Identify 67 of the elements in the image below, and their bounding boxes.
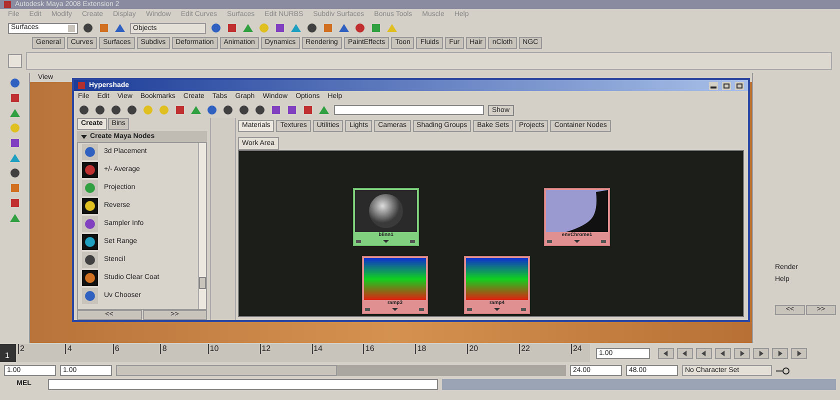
scrollbar[interactable] [198,143,206,309]
frame-tick-label: 18 [415,344,426,354]
node-icon [82,144,98,160]
node-icon [82,270,98,286]
ramp-preview [364,258,426,300]
tool-icon[interactable] [226,22,238,34]
current-frame-marker: 1 [0,344,16,362]
frame-tick-label: 14 [312,344,322,354]
tool-icon[interactable] [222,104,234,116]
tool-icon[interactable] [302,104,314,116]
tool-icon[interactable] [8,92,20,104]
command-input-field[interactable] [48,379,438,390]
frame-tick-label: 24 [570,344,582,354]
ramp-preview [466,258,528,300]
tool-icon[interactable] [286,104,298,116]
frame-tick-label: 16 [363,344,374,354]
app-icon [4,1,11,8]
frame-tick-label: 6 [112,344,120,354]
swatch-connectors-icon[interactable] [466,307,528,312]
tool-icon[interactable] [8,77,20,89]
frame-tick-label: 2 [18,344,24,354]
tool-icon[interactable] [354,22,366,34]
tool-icon[interactable] [270,104,282,116]
collapse-caret-icon[interactable] [81,134,87,138]
frame-tick-label: 8 [160,344,167,354]
node-icon [82,198,98,214]
tool-icon[interactable] [126,104,138,116]
frame-tick-label: 4 [65,344,72,354]
frame-tick-label: 20 [467,344,478,354]
key-icon[interactable] [776,366,790,374]
node-icon [82,162,98,178]
range-slider-bar[interactable] [116,365,336,376]
time-slider[interactable]: 1 2 4 6 8 10 12 14 16 18 20 22 24 [0,344,590,362]
swatch-connectors-icon[interactable] [546,239,608,244]
tool-icon[interactable] [78,104,90,116]
node-icon [82,180,98,196]
tool-icon[interactable] [274,22,286,34]
tool-icon[interactable] [206,104,218,116]
playback-controls-drawing[interactable] [658,348,807,358]
search-field[interactable] [334,105,484,115]
tool-icon[interactable] [114,22,126,34]
shelf-menu-button[interactable] [8,54,22,68]
frame-tick-label: 10 [208,344,219,354]
frame-tick-label: 22 [519,344,530,354]
swatch-connectors-icon[interactable] [355,239,417,244]
tool-icon[interactable] [110,104,122,116]
window-control-icon[interactable] [709,82,718,90]
tool-icon[interactable] [254,104,266,116]
node-icon [82,252,98,268]
tool-icon[interactable] [82,22,94,34]
tool-icon[interactable] [8,197,20,209]
node-icon [82,234,98,250]
app-icon [78,82,85,89]
tool-icon[interactable] [210,22,222,34]
frame-tick-label: 12 [260,344,271,354]
node-icon [82,288,98,304]
tool-icon[interactable] [306,22,318,34]
tool-icon[interactable] [174,104,186,116]
node-icon [82,216,98,232]
chrome-preview [546,190,608,232]
swatch-connectors-icon[interactable] [364,307,426,312]
tool-icon[interactable] [8,137,20,149]
tool-icon[interactable] [8,167,20,179]
tool-icon[interactable] [238,104,250,116]
tool-icon[interactable] [94,104,106,116]
sphere-preview [355,190,417,232]
tool-icon[interactable] [338,22,350,34]
